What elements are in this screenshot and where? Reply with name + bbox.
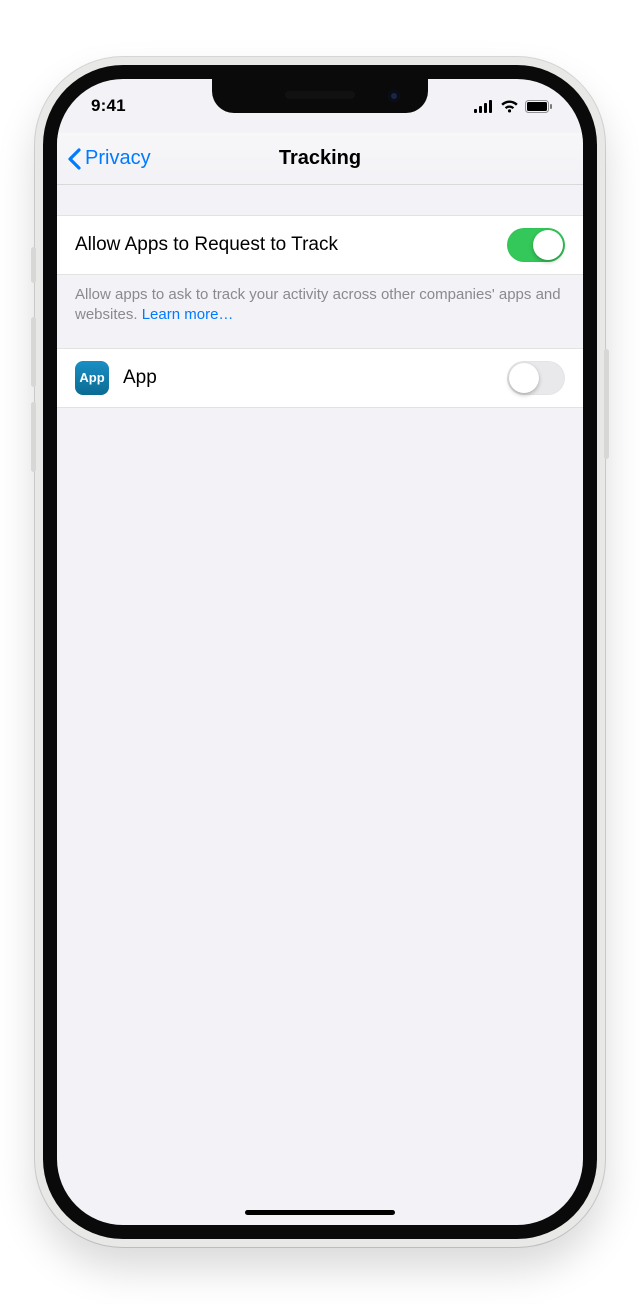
allow-tracking-toggle[interactable] xyxy=(507,228,565,262)
notch xyxy=(212,79,428,113)
back-label: Privacy xyxy=(85,147,151,170)
status-time: 9:41 xyxy=(91,96,126,116)
app-row-left: App App xyxy=(75,361,157,395)
app-tracking-toggle[interactable] xyxy=(507,361,565,395)
toggle-knob xyxy=(533,230,563,260)
wifi-icon xyxy=(500,100,519,113)
volume-up-button xyxy=(31,317,36,387)
app-row-label: App xyxy=(123,367,157,389)
content: Allow Apps to Request to Track Allow app… xyxy=(57,185,583,408)
volume-down-button xyxy=(31,402,36,472)
app-icon: App xyxy=(75,361,109,395)
speaker-grille xyxy=(285,91,355,99)
allow-tracking-label: Allow Apps to Request to Track xyxy=(75,234,338,256)
page-title: Tracking xyxy=(279,147,361,170)
silence-switch xyxy=(31,247,36,283)
front-camera xyxy=(388,90,400,102)
allow-tracking-description: Allow apps to ask to track your activity… xyxy=(57,275,583,348)
phone-bezel: 9:41 xyxy=(43,65,597,1239)
chevron-left-icon xyxy=(67,148,81,170)
home-indicator[interactable] xyxy=(245,1210,395,1215)
battery-icon xyxy=(525,100,553,113)
toggle-knob xyxy=(509,363,539,393)
app-tracking-row: App App xyxy=(57,348,583,408)
screen: 9:41 xyxy=(57,79,583,1225)
back-button[interactable]: Privacy xyxy=(67,133,151,184)
nav-bar: Privacy Tracking xyxy=(57,133,583,185)
allow-tracking-row: Allow Apps to Request to Track xyxy=(57,215,583,275)
phone-frame: 9:41 xyxy=(35,57,605,1247)
status-icons xyxy=(474,100,553,113)
power-button xyxy=(604,349,609,459)
learn-more-link[interactable]: Learn more… xyxy=(142,306,234,323)
cellular-icon xyxy=(474,100,494,113)
